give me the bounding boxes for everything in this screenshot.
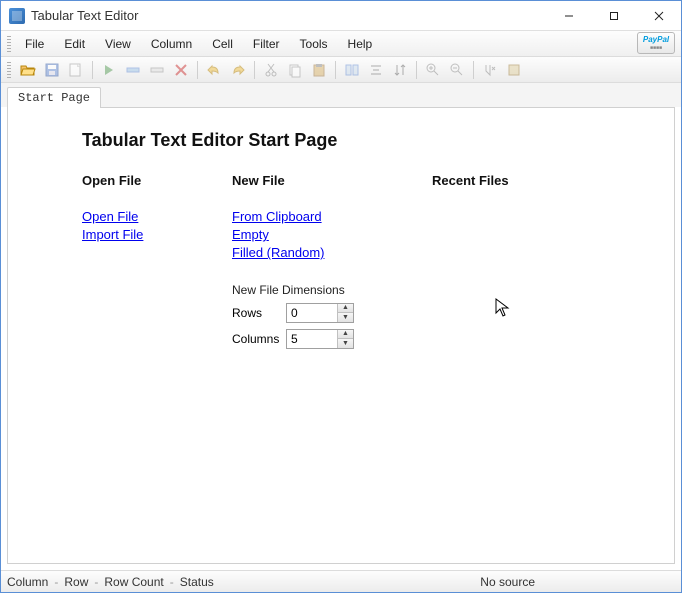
recent-files-section: Recent Files xyxy=(432,173,592,355)
paypal-button[interactable]: PayPal ■■■■ xyxy=(637,32,675,54)
page-title: Tabular Text Editor Start Page xyxy=(82,130,674,151)
delete-row-icon[interactable] xyxy=(146,59,168,81)
open-file-heading: Open File xyxy=(82,173,232,188)
minimize-button[interactable] xyxy=(546,2,591,30)
undo-icon[interactable] xyxy=(203,59,225,81)
open-icon[interactable] xyxy=(17,59,39,81)
cut-icon[interactable] xyxy=(260,59,282,81)
app-icon xyxy=(9,8,25,24)
menu-file[interactable]: File xyxy=(15,34,54,54)
tabstrip: Start Page xyxy=(1,83,681,107)
import-file-link[interactable]: Import File xyxy=(82,226,143,244)
sort-icon[interactable] xyxy=(389,59,411,81)
run-icon[interactable] xyxy=(98,59,120,81)
menu-help[interactable]: Help xyxy=(338,34,383,54)
dimensions-label: New File Dimensions xyxy=(232,283,432,297)
filled-random-link[interactable]: Filled (Random) xyxy=(232,244,324,262)
copy-icon[interactable] xyxy=(284,59,306,81)
recent-files-heading: Recent Files xyxy=(432,173,592,188)
insert-row-icon[interactable] xyxy=(122,59,144,81)
zoom-out-icon[interactable] xyxy=(446,59,468,81)
zoom-in-icon[interactable] xyxy=(422,59,444,81)
filter-icon[interactable] xyxy=(479,59,501,81)
empty-link[interactable]: Empty xyxy=(232,226,269,244)
menubar: File Edit View Column Cell Filter Tools … xyxy=(1,31,681,57)
statusbar: Column - Row - Row Count - Status No sou… xyxy=(1,570,681,592)
columns-down-icon[interactable]: ▼ xyxy=(338,339,353,348)
merge-icon[interactable] xyxy=(341,59,363,81)
columns-up-icon[interactable]: ▲ xyxy=(338,330,353,340)
status-column-label: Column xyxy=(1,575,54,589)
settings-icon[interactable] xyxy=(503,59,525,81)
columns-spinner[interactable]: ▲ ▼ xyxy=(286,329,354,349)
rows-label: Rows xyxy=(232,306,286,320)
paste-icon[interactable] xyxy=(308,59,330,81)
menu-filter[interactable]: Filter xyxy=(243,34,290,54)
status-row-label: Row xyxy=(58,575,94,589)
status-source: No source xyxy=(474,575,541,589)
menu-cell[interactable]: Cell xyxy=(202,34,243,54)
columns-row: Columns ▲ ▼ xyxy=(232,329,432,349)
close-button[interactable] xyxy=(636,2,681,30)
columns-input[interactable] xyxy=(287,330,337,348)
align-icon[interactable] xyxy=(365,59,387,81)
new-file-heading: New File xyxy=(232,173,432,188)
window-title: Tabular Text Editor xyxy=(31,8,138,23)
open-file-section: Open File Open File Import File xyxy=(82,173,232,355)
titlebar: Tabular Text Editor xyxy=(1,1,681,31)
rows-down-icon[interactable]: ▼ xyxy=(338,313,353,322)
status-status-label: Status xyxy=(174,575,220,589)
paypal-text2: Pal xyxy=(657,35,669,44)
delete-icon[interactable] xyxy=(170,59,192,81)
menu-column[interactable]: Column xyxy=(141,34,202,54)
from-clipboard-link[interactable]: From Clipboard xyxy=(232,208,322,226)
rows-up-icon[interactable]: ▲ xyxy=(338,304,353,314)
rows-input[interactable] xyxy=(287,304,337,322)
new-file-section: New File From Clipboard Empty Filled (Ra… xyxy=(232,173,432,355)
redo-icon[interactable] xyxy=(227,59,249,81)
toolbar xyxy=(1,57,681,83)
maximize-button[interactable] xyxy=(591,2,636,30)
rows-row: Rows ▲ ▼ xyxy=(232,303,432,323)
tab-start-page[interactable]: Start Page xyxy=(7,87,101,108)
menubar-grip[interactable] xyxy=(7,36,11,52)
status-row-count-label: Row Count xyxy=(98,575,169,589)
open-file-link[interactable]: Open File xyxy=(82,208,138,226)
paypal-text1: Pay xyxy=(643,35,657,44)
save-as-icon[interactable] xyxy=(65,59,87,81)
content-area: Tabular Text Editor Start Page Open File… xyxy=(7,107,675,564)
menu-tools[interactable]: Tools xyxy=(290,34,338,54)
columns-label: Columns xyxy=(232,332,286,346)
menu-view[interactable]: View xyxy=(95,34,141,54)
save-icon[interactable] xyxy=(41,59,63,81)
toolbar-grip[interactable] xyxy=(7,62,11,78)
paypal-sub: ■■■■ xyxy=(650,45,662,51)
menu-edit[interactable]: Edit xyxy=(54,34,95,54)
rows-spinner[interactable]: ▲ ▼ xyxy=(286,303,354,323)
